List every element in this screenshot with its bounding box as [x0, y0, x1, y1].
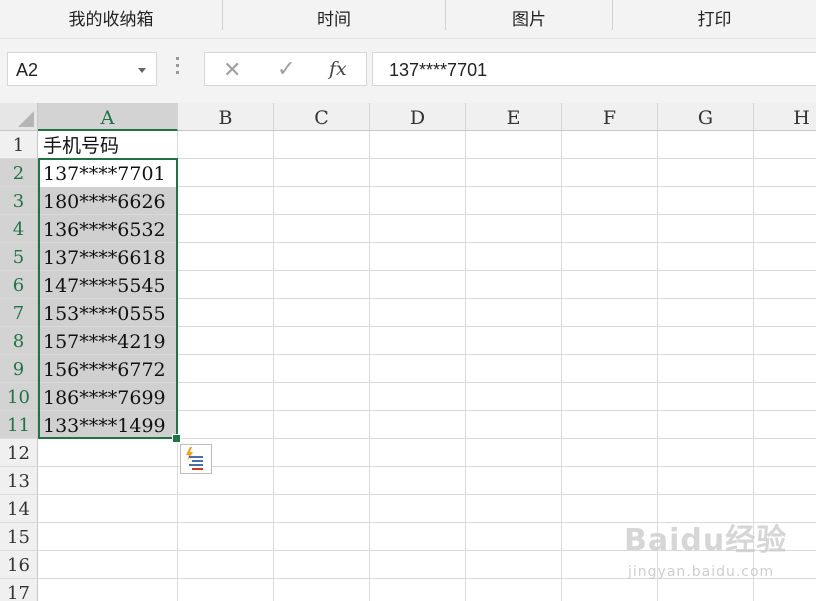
formula-bar: A2 ✕ ✓ fx 137****7701: [0, 39, 816, 103]
row-header-14[interactable]: 14: [0, 495, 38, 523]
row-header-3[interactable]: 3: [0, 187, 38, 215]
column-header-d[interactable]: D: [370, 103, 466, 131]
cell-a9[interactable]: 156****6772: [38, 355, 178, 383]
name-box[interactable]: A2: [7, 52, 157, 86]
row-header-15[interactable]: 15: [0, 523, 38, 551]
menu-item-picture[interactable]: 图片: [446, 0, 612, 38]
row-header-8[interactable]: 8: [0, 327, 38, 355]
watermark-url: jingyan.baidu.com: [628, 564, 775, 580]
row-header-6[interactable]: 6: [0, 271, 38, 299]
row-header-4[interactable]: 4: [0, 215, 38, 243]
column-header-f[interactable]: F: [562, 103, 658, 131]
column-header-g[interactable]: G: [658, 103, 754, 131]
drag-handle-icon[interactable]: [176, 57, 180, 79]
quick-analysis-icon: [186, 447, 203, 470]
name-box-value: A2: [16, 60, 39, 80]
row-header-2[interactable]: 2: [0, 159, 38, 187]
row-header-17[interactable]: 17: [0, 579, 38, 601]
column-header-c[interactable]: C: [274, 103, 370, 131]
row-header-9[interactable]: 9: [0, 355, 38, 383]
cell-a7[interactable]: 153****0555: [38, 299, 178, 327]
menu-item-storage-box[interactable]: 我的收纳箱: [0, 0, 222, 38]
formula-actions: ✕ ✓ fx: [204, 52, 367, 86]
fill-handle[interactable]: [172, 434, 181, 443]
row-header-7[interactable]: 7: [0, 299, 38, 327]
column-header-b[interactable]: B: [178, 103, 274, 131]
cell-a8[interactable]: 157****4219: [38, 327, 178, 355]
column-header-h[interactable]: H: [754, 103, 816, 131]
chevron-down-icon[interactable]: [138, 68, 146, 73]
watermark-logo: Baidu经验: [624, 523, 788, 558]
check-icon[interactable]: ✓: [277, 56, 295, 82]
cell-a3[interactable]: 180****6626: [38, 187, 178, 215]
top-menu-bar: 我的收纳箱 时间 图片 打印: [0, 0, 816, 39]
cell-a1[interactable]: 手机号码: [38, 131, 178, 159]
formula-input-value: 137****7701: [389, 60, 488, 80]
row-header-11[interactable]: 11: [0, 411, 38, 439]
row-header-10[interactable]: 10: [0, 383, 38, 411]
row-header-13[interactable]: 13: [0, 467, 38, 495]
cell-a6[interactable]: 147****5545: [38, 271, 178, 299]
column-header-a[interactable]: A: [38, 103, 178, 131]
insert-function-button[interactable]: fx: [329, 58, 347, 80]
menu-item-print[interactable]: 打印: [613, 0, 816, 38]
row-header-5[interactable]: 5: [0, 243, 38, 271]
menu-item-time[interactable]: 时间: [223, 0, 445, 38]
column-header-e[interactable]: E: [466, 103, 562, 131]
formula-input[interactable]: 137****7701: [372, 52, 816, 86]
cell-a10[interactable]: 186****7699: [38, 383, 178, 411]
row-header-1[interactable]: 1: [0, 131, 38, 159]
select-all-button[interactable]: [0, 103, 38, 131]
cell-a4[interactable]: 136****6532: [38, 215, 178, 243]
cell-a11[interactable]: 133****1499: [38, 411, 178, 439]
row-header-12[interactable]: 12: [0, 439, 38, 467]
cell-a2[interactable]: 137****7701: [38, 159, 178, 187]
quick-analysis-button[interactable]: [180, 444, 212, 474]
cell-a5[interactable]: 137****6618: [38, 243, 178, 271]
row-header-16[interactable]: 16: [0, 551, 38, 579]
close-icon[interactable]: ✕: [223, 57, 241, 83]
